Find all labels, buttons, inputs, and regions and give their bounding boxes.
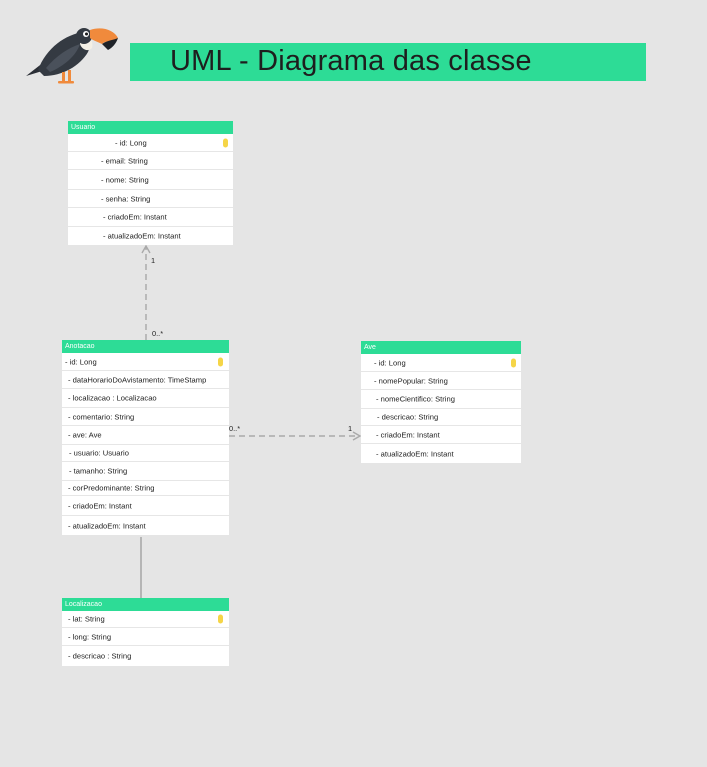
attribute-row: - id: Long — [68, 134, 233, 152]
class-anotacao[interactable]: Anotacao - id: Long - dataHorarioDoAvist… — [62, 340, 229, 535]
attribute-label: - nomeCientifico: String — [376, 394, 455, 404]
attribute-label: - corPredominante: String — [68, 483, 155, 493]
attribute-row: - comentario: String — [62, 408, 229, 426]
attribute-label: - dataHorarioDoAvistamento: TimeStamp — [68, 375, 207, 384]
attribute-label: - criadoEm: Instant — [376, 430, 440, 439]
attribute-row: - atualizadoEm: Instant — [361, 444, 521, 463]
attribute-row: - criadoEm: Instant — [62, 496, 229, 516]
key-icon — [218, 614, 223, 624]
attribute-row: - descricao : String — [62, 646, 229, 666]
attribute-label: - id: Long — [115, 138, 147, 147]
attribute-label: - id: Long — [374, 358, 406, 367]
attribute-row: - criadoEm: Instant — [68, 208, 233, 227]
usuario-anotacao-relation — [141, 244, 151, 340]
attribute-label: - senha: String — [101, 194, 151, 203]
attribute-label: - lat: String — [68, 614, 105, 624]
attribute-row: - ave: Ave — [62, 426, 229, 445]
attribute-row: - senha: String — [68, 190, 233, 208]
attribute-label: - usuario: Usuario — [69, 448, 129, 458]
attribute-label: - atualizadoEm: Instant — [376, 449, 454, 458]
attribute-row: - id: Long — [361, 354, 521, 372]
attribute-label: - descricao: String — [377, 412, 439, 422]
attribute-label: - comentario: String — [68, 412, 135, 421]
attribute-label: - atualizadoEm: Instant — [103, 231, 181, 241]
attribute-label: - nome: String — [101, 175, 149, 184]
attribute-row: - id: Long — [62, 353, 229, 371]
attribute-row: - long: String — [62, 628, 229, 646]
attribute-label: - nomePopular: String — [374, 376, 448, 385]
attribute-label: - atualizadoEm: Instant — [68, 521, 146, 530]
attribute-label: - localizacao : Localizacao — [68, 393, 157, 403]
class-localizacao[interactable]: Localizacao - lat: String - long: String… — [62, 598, 229, 666]
attribute-label: - descricao : String — [68, 651, 132, 661]
attribute-label: - tamanho: String — [69, 466, 128, 476]
multiplicity-anotacao-end: 0..* — [152, 329, 164, 338]
class-ave[interactable]: Ave - id: Long - nomePopular: String - n… — [361, 341, 521, 463]
attribute-row: - email: String — [68, 152, 233, 170]
attribute-label: - criadoEm: Instant — [103, 212, 167, 222]
key-icon — [218, 357, 223, 366]
attribute-row: - nomeCientifico: String — [361, 390, 521, 409]
attribute-label: - criadoEm: Instant — [68, 501, 132, 510]
attribute-label: - ave: Ave — [68, 430, 102, 440]
attribute-label: - id: Long — [65, 357, 97, 366]
attribute-row: - nomePopular: String — [361, 372, 521, 390]
anotacao-ave-relation — [229, 431, 362, 441]
attribute-row: - atualizadoEm: Instant — [62, 516, 229, 535]
attribute-label: - long: String — [68, 632, 112, 641]
attribute-row: - criadoEm: Instant — [361, 426, 521, 444]
attribute-row: - localizacao : Localizacao — [62, 389, 229, 408]
attribute-row: - corPredominante: String — [62, 481, 229, 496]
attribute-row: - usuario: Usuario — [62, 445, 229, 462]
attribute-row: - descricao: String — [361, 409, 521, 426]
class-usuario-name: Usuario — [68, 121, 233, 134]
attribute-row: - nome: String — [68, 170, 233, 190]
multiplicity-usuario-end: 1 — [151, 256, 156, 265]
multiplicity-ave-side: 1 — [348, 424, 353, 433]
class-anotacao-name: Anotacao — [62, 340, 229, 353]
attribute-label: - email: String — [101, 156, 148, 165]
class-ave-name: Ave — [361, 341, 521, 354]
class-localizacao-name: Localizacao — [62, 598, 229, 611]
multiplicity-anotacao-side: 0..* — [229, 424, 241, 433]
attribute-row: - lat: String — [62, 611, 229, 628]
attribute-row: - tamanho: String — [62, 462, 229, 481]
key-icon — [511, 358, 516, 367]
class-usuario[interactable]: Usuario - id: Long - email: String - nom… — [68, 121, 233, 245]
key-icon — [223, 138, 228, 147]
attribute-row: - dataHorarioDoAvistamento: TimeStamp — [62, 371, 229, 389]
attribute-row: - atualizadoEm: Instant — [68, 227, 233, 245]
